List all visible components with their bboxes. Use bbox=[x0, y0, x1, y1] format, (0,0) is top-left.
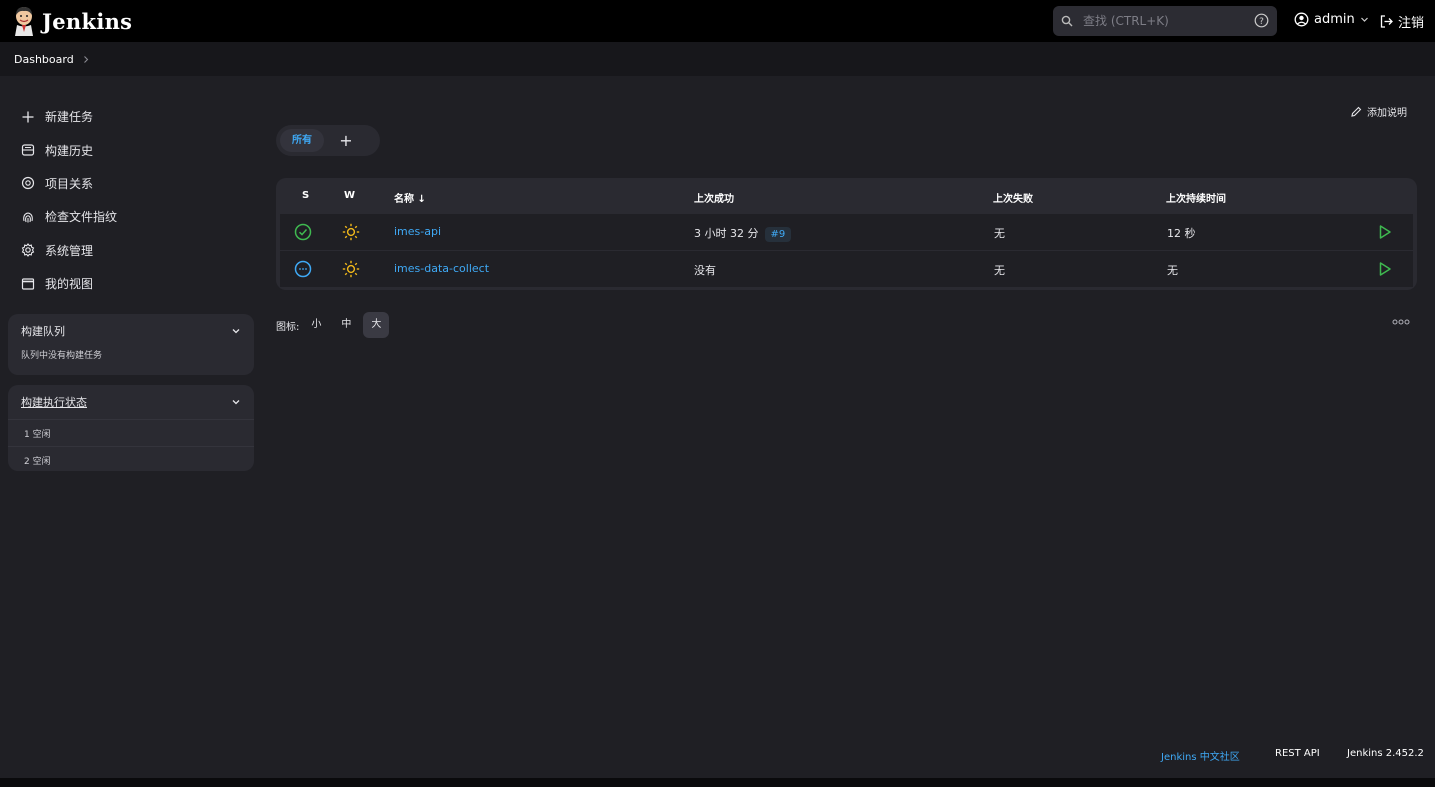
user-menu[interactable]: admin bbox=[1294, 12, 1369, 27]
icon-size-label: 图标: bbox=[276, 321, 300, 333]
job-name-link[interactable]: imes-data-collect bbox=[394, 262, 489, 275]
nav-label: 系统管理 bbox=[45, 243, 94, 258]
last-failure: 无 bbox=[994, 264, 1005, 277]
chevron-down-icon[interactable] bbox=[231, 397, 241, 407]
table-header: S W 名称 ↓ 上次成功 上次失败 上次持续时间 bbox=[276, 178, 1417, 214]
gear-icon bbox=[21, 243, 35, 258]
relations-icon bbox=[21, 177, 35, 190]
add-view-button[interactable]: + bbox=[328, 131, 364, 150]
footer-community-link[interactable]: Jenkins 中文社区 bbox=[1161, 748, 1240, 763]
last-success: 没有 bbox=[694, 264, 716, 277]
logout-icon bbox=[1380, 15, 1393, 28]
user-icon bbox=[1294, 12, 1309, 27]
nav-label: 构建历史 bbox=[45, 143, 94, 158]
build-queue-header[interactable]: 构建队列 bbox=[8, 314, 254, 348]
icon-size-small[interactable]: 小 bbox=[303, 312, 329, 338]
pencil-icon bbox=[1351, 106, 1362, 117]
job-name-link[interactable]: imes-api bbox=[394, 225, 441, 238]
plus-icon bbox=[22, 111, 34, 123]
search-input[interactable] bbox=[1081, 13, 1245, 29]
last-failure: 无 bbox=[994, 227, 1005, 240]
column-name[interactable]: 名称 ↓ bbox=[394, 190, 426, 205]
build-queue-panel: 构建队列 队列中没有构建任务 bbox=[8, 314, 254, 375]
nav-label: 检查文件指纹 bbox=[45, 210, 118, 225]
nav-new-item[interactable]: 新建任务 bbox=[10, 100, 250, 133]
executors-panel: 构建执行状态 1 空闲 2 空闲 bbox=[8, 385, 254, 471]
search-box[interactable]: ? bbox=[1053, 6, 1277, 36]
top-header: Jenkins ? admin 注销 bbox=[0, 0, 1435, 42]
column-last-success[interactable]: 上次成功 bbox=[694, 190, 734, 205]
executors-title[interactable]: 构建执行状态 bbox=[21, 394, 87, 410]
logout-label: 注销 bbox=[1398, 16, 1425, 31]
executors-header[interactable]: 构建执行状态 bbox=[8, 385, 254, 419]
column-status[interactable]: S bbox=[302, 190, 309, 201]
fingerprint-icon bbox=[23, 212, 33, 223]
table-row: imes-api 3 小时 32 分 #9 无 12 秒 bbox=[280, 214, 1413, 250]
footer-version-link[interactable]: Jenkins 2.452.2 bbox=[1347, 748, 1424, 759]
username: admin bbox=[1314, 12, 1355, 27]
nav-label: 我的视图 bbox=[45, 277, 94, 292]
nav-label: 项目关系 bbox=[45, 176, 94, 191]
build-queue-empty: 队列中没有构建任务 bbox=[21, 351, 103, 361]
sun-weather-icon bbox=[342, 260, 360, 278]
last-duration: 无 bbox=[1167, 264, 1178, 277]
build-queue-title: 构建队列 bbox=[21, 325, 65, 338]
side-navigation: 新建任务 构建历史 项目关系 检查文件指纹 系统管理 我的视图 bbox=[10, 100, 250, 300]
svg-text:?: ? bbox=[1259, 17, 1264, 27]
jobs-table: S W 名称 ↓ 上次成功 上次失败 上次持续时间 imes-api 3 小时 … bbox=[276, 178, 1417, 290]
executor-row: 2 空闲 bbox=[8, 446, 254, 473]
last-success-time: 3 小时 32 分 bbox=[694, 227, 759, 240]
nav-label: 新建任务 bbox=[45, 110, 94, 125]
search-icon bbox=[1061, 15, 1073, 27]
window-icon bbox=[21, 278, 35, 290]
play-build-icon[interactable] bbox=[1378, 224, 1392, 240]
icon-size-medium[interactable]: 中 bbox=[333, 312, 359, 338]
logout-link[interactable]: 注销 bbox=[1379, 12, 1424, 31]
chevron-down-icon bbox=[1360, 17, 1368, 22]
play-build-icon[interactable] bbox=[1378, 261, 1392, 277]
last-duration: 12 秒 bbox=[1167, 227, 1196, 240]
tab-all[interactable]: 所有 bbox=[280, 129, 324, 152]
sun-weather-icon bbox=[342, 223, 360, 241]
breadcrumb-dashboard[interactable]: Dashboard bbox=[14, 53, 74, 66]
footer-rest-api-link[interactable]: REST API bbox=[1275, 748, 1320, 759]
column-last-failure[interactable]: 上次失败 bbox=[993, 190, 1033, 205]
os-taskbar bbox=[0, 778, 1435, 787]
nav-fingerprint[interactable]: 检查文件指纹 bbox=[10, 200, 250, 233]
jenkins-butler-icon bbox=[15, 7, 33, 36]
executor-row: 1 空闲 bbox=[8, 419, 254, 446]
help-icon[interactable]: ? bbox=[1254, 13, 1269, 28]
icon-size-large[interactable]: 大 bbox=[363, 312, 390, 338]
table-row: imes-data-collect 没有 无 无 bbox=[280, 251, 1413, 287]
column-last-duration[interactable]: 上次持续时间 bbox=[1166, 190, 1226, 205]
more-options-icon[interactable] bbox=[1392, 318, 1410, 326]
chevron-right-icon[interactable] bbox=[82, 55, 90, 64]
breadcrumb: Dashboard bbox=[0, 42, 1435, 76]
logo-text: Jenkins bbox=[42, 8, 133, 34]
not-built-icon bbox=[294, 260, 312, 278]
view-tabs: 所有 + bbox=[276, 125, 380, 156]
add-description-link[interactable]: 添加说明 bbox=[1350, 104, 1407, 119]
chevron-down-icon[interactable] bbox=[231, 326, 241, 336]
nav-manage-jenkins[interactable]: 系统管理 bbox=[10, 234, 250, 267]
nav-my-views[interactable]: 我的视图 bbox=[10, 267, 250, 300]
nav-project-relationship[interactable]: 项目关系 bbox=[10, 167, 250, 200]
success-icon bbox=[294, 223, 312, 241]
jenkins-logo[interactable]: Jenkins bbox=[12, 6, 132, 36]
add-description-label: 添加说明 bbox=[1367, 108, 1407, 119]
nav-build-history[interactable]: 构建历史 bbox=[10, 133, 250, 166]
build-number-link[interactable]: #9 bbox=[764, 227, 792, 242]
last-success: 3 小时 32 分 #9 bbox=[694, 225, 792, 242]
column-weather[interactable]: W bbox=[344, 190, 355, 201]
icon-size-selector: 图标: 小 中 大 bbox=[276, 312, 390, 338]
history-icon bbox=[21, 144, 35, 156]
